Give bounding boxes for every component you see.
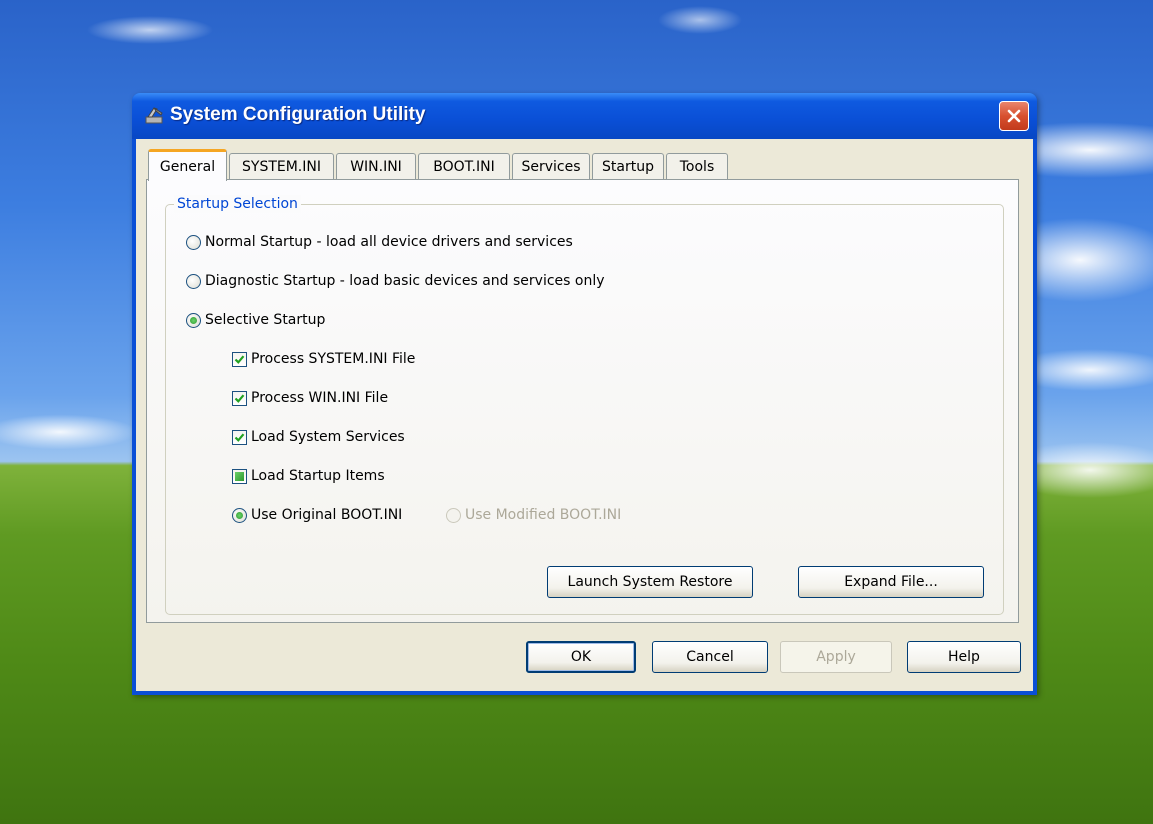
load-startup-items-checkbox[interactable] [232,468,247,484]
normal-startup-radio[interactable] [186,234,201,250]
diagnostic-startup-radio[interactable] [186,273,201,289]
diagnostic-startup-label: Diagnostic Startup - load basic devices … [205,273,605,289]
tab-general[interactable]: General [148,149,227,181]
normal-startup-label: Normal Startup - load all device drivers… [205,234,573,250]
tab-system-ini[interactable]: SYSTEM.INI [229,153,334,179]
close-icon [1007,109,1021,123]
use-modified-boot-ini-radio [446,507,461,523]
cancel-button[interactable]: Cancel [652,641,768,673]
normal-startup-option[interactable]: Normal Startup - load all device drivers… [186,233,573,251]
selective-startup-label: Selective Startup [205,312,326,328]
use-modified-boot-ini-label: Use Modified BOOT.INI [465,507,622,523]
startup-selection-label: Startup Selection [174,195,301,213]
load-system-services-label: Load System Services [251,429,405,445]
system-configuration-window: System Configuration Utility General SYS… [132,93,1037,695]
load-system-services-option[interactable]: Load System Services [232,428,405,446]
tab-tools[interactable]: Tools [666,153,728,179]
use-modified-boot-ini-option: Use Modified BOOT.INI [446,506,621,524]
process-win-ini-checkbox[interactable] [232,390,247,406]
dialog-client-area: General SYSTEM.INI WIN.INI BOOT.INI Serv… [136,139,1033,691]
tab-boot-ini[interactable]: BOOT.INI [418,153,510,179]
process-win-ini-option[interactable]: Process WIN.INI File [232,389,388,407]
tab-startup[interactable]: Startup [592,153,664,179]
general-tab-panel: Startup Selection Normal Startup - load … [146,179,1019,623]
startup-selection-group: Startup Selection Normal Startup - load … [165,195,1004,615]
selective-startup-option[interactable]: Selective Startup [186,311,325,329]
process-system-ini-label: Process SYSTEM.INI File [251,351,416,367]
process-system-ini-option[interactable]: Process SYSTEM.INI File [232,350,415,368]
use-original-boot-ini-label: Use Original BOOT.INI [251,507,403,523]
use-original-boot-ini-radio[interactable] [232,507,247,523]
checkmark-icon [234,393,245,403]
apply-button: Apply [780,641,892,673]
msconfig-app-icon [144,105,166,125]
selective-startup-radio[interactable] [186,312,201,328]
expand-file-button[interactable]: Expand File... [798,566,984,598]
load-startup-items-label: Load Startup Items [251,468,385,484]
title-bar[interactable]: System Configuration Utility [132,93,1037,139]
launch-system-restore-button[interactable]: Launch System Restore [547,566,753,598]
process-system-ini-checkbox[interactable] [232,351,247,367]
load-system-services-checkbox[interactable] [232,429,247,445]
window-title: System Configuration Utility [170,104,426,125]
diagnostic-startup-option[interactable]: Diagnostic Startup - load basic devices … [186,272,605,290]
tab-win-ini[interactable]: WIN.INI [336,153,416,179]
tab-services[interactable]: Services [512,153,590,179]
use-original-boot-ini-option[interactable]: Use Original BOOT.INI [232,506,402,524]
help-button[interactable]: Help [907,641,1021,673]
checkmark-icon [234,354,245,364]
process-win-ini-label: Process WIN.INI File [251,390,389,406]
checkmark-icon [234,432,245,442]
close-button[interactable] [999,101,1029,131]
load-startup-items-option[interactable]: Load Startup Items [232,467,385,485]
ok-button[interactable]: OK [526,641,636,673]
